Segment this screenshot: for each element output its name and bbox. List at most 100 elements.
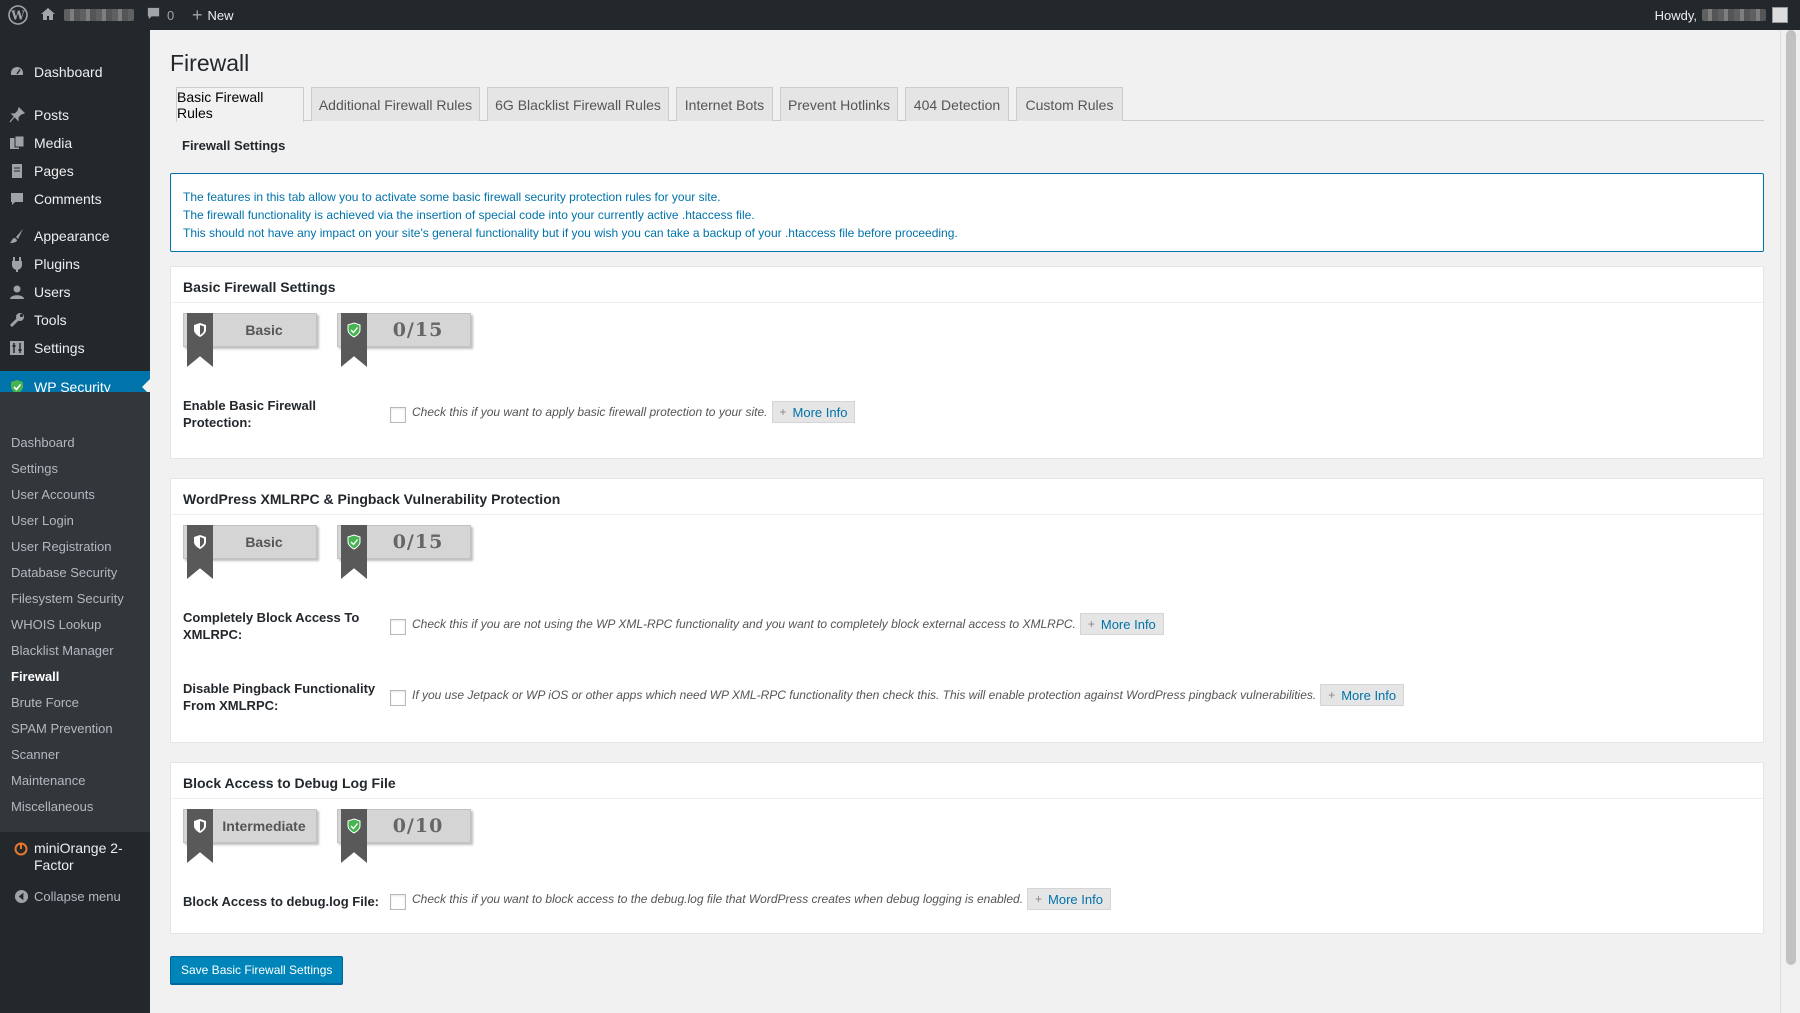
svg-text:W: W [10,9,25,23]
user-account-menu[interactable]: Howdy, [1655,0,1788,30]
submenu-scanner[interactable]: Scanner [11,747,59,762]
menu-label: Comments [34,191,102,207]
ribbon-shield-icon [187,525,213,579]
howdy-label: Howdy, [1654,7,1697,23]
menu-label: Settings [34,340,85,356]
info-line: The features in this tab allow you to ac… [183,190,721,204]
info-box: The features in this tab allow you to ac… [170,173,1764,252]
ribbon-shield-icon [187,809,213,863]
block-debug-log-checkbox[interactable] [390,894,406,910]
menu-miniorange-2factor[interactable]: miniOrange 2- Factor [8,840,123,874]
miniorange-label: miniOrange 2- Factor [34,840,123,874]
field-description-text: Check this if you are not using the WP X… [412,617,1076,631]
more-info-button[interactable]: + More Info [771,401,856,423]
section-heading: Firewall Settings [182,138,286,153]
field-label-disable-pingback: Disable Pingback Functionality From XMLR… [183,680,375,714]
submenu-database-security[interactable]: Database Security [11,565,117,580]
menu-label: Tools [34,312,67,328]
submenu-whois-lookup[interactable]: WHOIS Lookup [11,617,101,632]
block-xmlrpc-checkbox[interactable] [390,619,406,635]
submenu-user-registration[interactable]: User Registration [11,539,111,554]
paintbrush-icon [0,228,34,244]
submenu-firewall[interactable]: Firewall [11,669,59,684]
more-info-label: More Info [1100,616,1156,632]
collapse-arrow-icon [8,889,34,904]
field-label-block-debug-log: Block Access to debug.log File: [183,893,379,910]
tab-6g-blacklist-firewall-rules[interactable]: 6G Blacklist Firewall Rules [487,87,669,121]
submenu-user-login[interactable]: User Login [11,513,74,528]
submenu-maintenance[interactable]: Maintenance [11,773,85,788]
info-line: The firewall functionality is achieved v… [183,208,755,222]
tab-basic-firewall-rules[interactable]: Basic Firewall Rules [176,87,304,122]
miniorange-label-line1: miniOrange 2- [34,840,123,856]
comments-count: 0 [167,7,175,23]
tab-additional-firewall-rules[interactable]: Additional Firewall Rules [311,87,480,121]
enable-basic-firewall-checkbox[interactable] [390,407,406,423]
ribbon-green-shield-icon [341,525,367,579]
menu-label: Plugins [34,256,80,272]
tab-prevent-hotlinks[interactable]: Prevent Hotlinks [780,87,898,121]
tab-custom-rules[interactable]: Custom Rules [1016,87,1123,121]
settings-icon [0,340,34,356]
username-redacted [1702,9,1766,21]
dashboard-icon [0,64,34,80]
avatar [1772,7,1788,23]
wrench-icon [0,312,34,328]
ribbon-green-shield-icon [341,809,367,863]
submenu-spam-prevention[interactable]: SPAM Prevention [11,721,113,736]
plugin-icon [0,256,34,272]
field-label-line2: Protection: [183,415,252,430]
wp-security-submenu: Dashboard Settings User Accounts User Lo… [0,392,150,832]
plus-icon: + [1035,892,1043,906]
field-description: Check this if you want to block access t… [412,888,1111,910]
miniorange-label-line2: Factor [34,857,74,873]
disable-pingback-checkbox[interactable] [390,690,406,706]
scrollbar-thumb[interactable] [1786,30,1796,965]
field-description: Check this if you are not using the WP X… [412,613,1164,635]
submenu-blacklist-manager[interactable]: Blacklist Manager [11,643,114,658]
tab-internet-bots[interactable]: Internet Bots [676,87,773,121]
menu-label: Users [34,284,71,300]
submenu-filesystem-security[interactable]: Filesystem Security [11,591,124,606]
comment-icon [146,6,161,24]
more-info-button[interactable]: + More Info [1027,888,1111,910]
comments-link[interactable]: 0 [146,0,174,30]
field-label-line2: XMLRPC: [183,627,243,642]
field-description: Check this if you want to apply basic fi… [412,401,856,423]
field-label-line1: Disable Pingback Functionality [183,681,376,696]
menu-dashboard[interactable]: Dashboard [0,56,150,88]
field-description-text: Check this if you want to block access t… [412,892,1024,906]
more-info-button[interactable]: + More Info [1079,613,1164,635]
plus-icon: + [1087,617,1095,631]
tab-404-detection[interactable]: 404 Detection [905,87,1009,121]
submenu-dashboard[interactable]: Dashboard [11,435,75,450]
panel-title: WordPress XMLRPC & Pingback Vulnerabilit… [171,479,1763,515]
menu-label: Posts [34,107,70,123]
plus-icon: + [1328,688,1336,702]
submenu-settings[interactable]: Settings [11,461,58,476]
vertical-scrollbar[interactable] [1780,30,1800,1013]
save-basic-firewall-settings-button[interactable]: Save Basic Firewall Settings [170,956,344,984]
wordpress-logo-icon[interactable]: W [8,0,28,30]
submenu-brute-force[interactable]: Brute Force [11,695,79,710]
comment-icon [0,191,34,207]
field-description-text: Check this if you want to apply basic fi… [412,405,768,419]
submenu-miscellaneous[interactable]: Miscellaneous [11,799,93,814]
field-label-line2: From XMLRPC: [183,698,279,713]
menu-settings[interactable]: Settings [0,332,150,364]
collapse-menu-button[interactable]: Collapse menu [8,889,121,904]
submenu-user-accounts[interactable]: User Accounts [11,487,95,502]
menu-label: Dashboard [34,64,103,80]
panel-basic-firewall-settings: Basic Firewall Settings Basic 0/15 Enabl… [170,266,1764,459]
site-home-link[interactable] [40,0,134,30]
menu-comments[interactable]: Comments [0,183,150,215]
field-description-text: If you use Jetpack or WP iOS or other ap… [412,688,1317,702]
field-label-block-xmlrpc: Completely Block Access To XMLRPC: [183,609,359,643]
menu-label: Appearance [34,228,110,244]
new-content-link[interactable]: + New [192,0,234,30]
panel-title: Block Access to Debug Log File [171,763,1763,799]
more-info-button[interactable]: + More Info [1320,684,1405,706]
panel-xmlrpc-pingback: WordPress XMLRPC & Pingback Vulnerabilit… [170,478,1764,743]
user-icon [0,284,34,300]
panel-debug-log: Block Access to Debug Log File Intermedi… [170,762,1764,934]
